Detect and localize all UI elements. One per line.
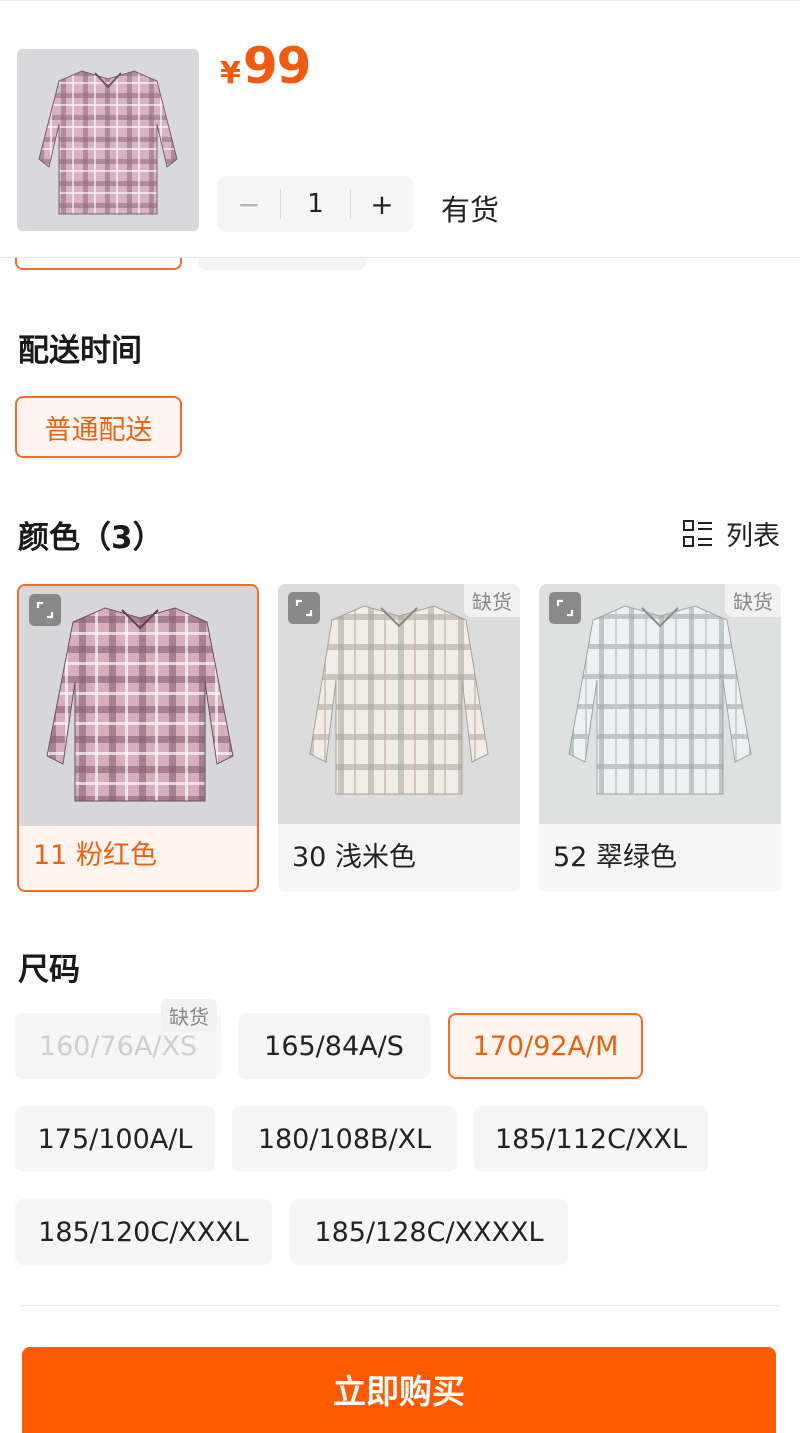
list-view-toggle[interactable]: 列表 [682,514,780,553]
color-option-pink[interactable]: 11 粉红色 [17,584,259,892]
price-value: 99 [242,37,312,95]
size-label: 185/112C/XXL [494,1123,688,1155]
size-option-xs[interactable]: 160/76A/XS 缺货 [15,999,221,1079]
size-option-s[interactable]: 165/84A/S [238,1013,430,1079]
expand-icon[interactable] [288,592,320,624]
color-label: 52 翠绿色 [553,842,677,873]
out-of-stock-badge: 缺货 [464,584,520,617]
delivery-title: 配送时间 [18,333,142,369]
size-label: 170/92A/M [472,1030,619,1062]
stock-status: 有货 [441,193,500,227]
currency-symbol: ¥ [220,56,241,91]
buy-now-button[interactable]: 立即购买 [22,1347,776,1433]
increase-quantity-button[interactable]: + [351,176,413,232]
size-label: 175/100A/L [37,1123,193,1155]
product-summary-header: ¥ 99 − 1 + 有货 [0,0,800,258]
decrease-quantity-button[interactable]: − [218,176,280,232]
size-label: 185/120C/XXXL [38,1216,249,1248]
list-view-label: 列表 [726,521,780,552]
size-option-l[interactable]: 175/100A/L [15,1106,215,1172]
size-label: 160/76A/XS [38,1030,198,1062]
size-option-xxxl[interactable]: 185/120C/XXXL [15,1199,272,1265]
size-option-m[interactable]: 170/92A/M [448,1013,643,1079]
divider [20,1305,780,1306]
color-label: 11 粉红色 [33,840,157,871]
price: ¥ 99 [220,37,312,95]
size-label: 165/84A/S [264,1030,404,1062]
out-of-stock-badge: 缺货 [161,999,217,1032]
size-title: 尺码 [18,952,80,988]
out-of-stock-badge: 缺货 [725,584,781,617]
size-option-xxl[interactable]: 185/112C/XXL [474,1106,708,1172]
size-option-xxxxl[interactable]: 185/128C/XXXXL [290,1199,568,1265]
quantity-input[interactable]: 1 [280,189,351,219]
color-label: 30 浅米色 [292,842,416,873]
expand-icon[interactable] [29,594,61,626]
product-thumbnail [17,49,199,231]
expand-icon[interactable] [549,592,581,624]
quantity-stepper: − 1 + [218,176,413,232]
size-option-xl[interactable]: 180/108B/XL [232,1106,457,1172]
size-label: 180/108B/XL [257,1123,432,1155]
delivery-option-standard[interactable]: 普通配送 [15,396,182,458]
color-option-beige[interactable]: 缺货 30 浅米色 [278,584,520,892]
size-label: 185/128C/XXXXL [314,1216,544,1248]
color-option-green[interactable]: 缺货 52 翠绿色 [539,584,781,892]
color-title: 颜色（3） [18,520,164,556]
list-icon [682,518,714,550]
